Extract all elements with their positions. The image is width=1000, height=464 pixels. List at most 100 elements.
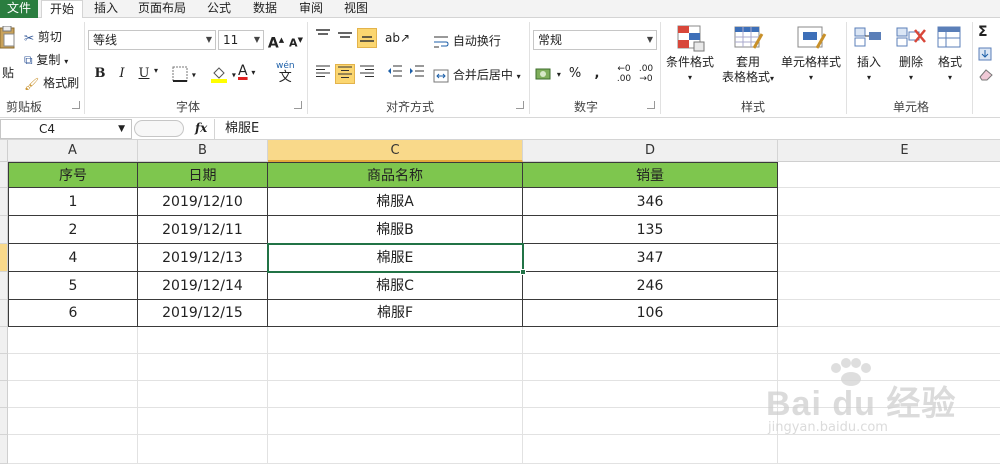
delete-cells-button[interactable]: 删除 ▾ — [891, 24, 931, 85]
cut-button[interactable]: ✂ 剪切 — [24, 28, 62, 45]
align-left-button[interactable] — [313, 64, 333, 84]
table-cell[interactable]: 4 — [8, 244, 138, 272]
percent-button[interactable]: % — [565, 64, 585, 84]
row-header[interactable] — [0, 435, 8, 464]
column-header-b[interactable]: B — [138, 140, 268, 162]
paste-label[interactable]: 贴 — [2, 64, 14, 81]
underline-button[interactable]: U — [134, 64, 154, 84]
border-button[interactable]: ▾ — [172, 66, 196, 82]
empty-cell[interactable] — [523, 354, 778, 381]
fill-color-button[interactable]: ▾ — [210, 65, 236, 83]
empty-cell[interactable] — [523, 381, 778, 408]
tab-review[interactable]: 审阅 — [291, 0, 331, 18]
table-cell[interactable]: 246 — [523, 272, 778, 300]
table-cell[interactable]: 6 — [8, 300, 138, 327]
tab-insert[interactable]: 插入 — [86, 0, 126, 18]
column-header-a[interactable]: A — [8, 140, 138, 162]
row-header[interactable] — [0, 354, 8, 381]
copy-button[interactable]: ⧉ 复制 ▾ — [24, 51, 68, 68]
empty-cell[interactable] — [138, 354, 268, 381]
table-header-cell[interactable]: 商品名称 — [268, 162, 523, 188]
row-header[interactable] — [0, 381, 8, 408]
fill-button[interactable] — [978, 46, 992, 61]
clipboard-launcher-icon[interactable] — [72, 101, 80, 109]
wrap-text-button[interactable]: 自动换行 — [433, 32, 501, 49]
format-painter-button[interactable]: 🖌 格式刷 — [24, 74, 79, 91]
table-cell[interactable]: 2019/12/14 — [138, 272, 268, 300]
empty-cell[interactable] — [268, 381, 523, 408]
table-cell[interactable]: 346 — [523, 188, 778, 216]
increase-decimal-button[interactable]: ←0.00 — [614, 64, 634, 84]
row-header[interactable] — [0, 272, 8, 300]
copy-dropdown-icon[interactable]: ▾ — [64, 57, 68, 66]
align-top-button[interactable] — [313, 28, 333, 48]
font-name-select[interactable]: 等线 ▼ — [88, 30, 216, 50]
font-launcher-icon[interactable] — [294, 101, 302, 109]
column-header-c[interactable]: C — [268, 140, 523, 162]
empty-cell[interactable] — [138, 435, 268, 464]
empty-cell[interactable] — [8, 354, 138, 381]
table-cell[interactable]: 347 — [523, 244, 778, 272]
empty-cell[interactable] — [8, 435, 138, 464]
empty-cell[interactable] — [138, 381, 268, 408]
paste-button[interactable] — [0, 26, 16, 56]
row-header[interactable] — [0, 327, 8, 354]
tab-page-layout[interactable]: 页面布局 — [131, 0, 193, 18]
empty-cell[interactable] — [778, 300, 1000, 327]
tab-formulas[interactable]: 公式 — [199, 0, 239, 18]
empty-cell[interactable] — [523, 435, 778, 464]
increase-indent-button[interactable] — [407, 64, 427, 84]
row-header[interactable] — [0, 300, 8, 327]
empty-cell[interactable] — [778, 188, 1000, 216]
phonetic-button[interactable]: wén 文 — [276, 62, 295, 85]
row-header-selected[interactable] — [0, 244, 8, 272]
empty-cell[interactable] — [778, 244, 1000, 272]
autosum-button[interactable]: Σ — [978, 24, 988, 40]
underline-dropdown-icon[interactable]: ▾ — [154, 66, 158, 75]
table-header-cell[interactable]: 日期 — [138, 162, 268, 188]
column-header-e[interactable]: E — [778, 140, 1000, 162]
grow-font-button[interactable]: A▲ — [266, 30, 286, 52]
format-cells-button[interactable]: 格式 ▾ — [932, 24, 968, 85]
italic-button[interactable]: I — [112, 64, 132, 84]
merge-center-button[interactable]: 合并后居中 ▾ — [433, 66, 521, 83]
tab-file[interactable]: 文件 — [0, 0, 38, 18]
number-launcher-icon[interactable] — [647, 101, 655, 109]
empty-cell[interactable] — [8, 381, 138, 408]
decrease-indent-button[interactable] — [385, 64, 405, 84]
comma-button[interactable]: , — [587, 64, 607, 84]
orientation-button[interactable]: ab↗ — [385, 28, 410, 48]
row-header[interactable] — [0, 408, 8, 435]
clear-button[interactable] — [978, 66, 994, 81]
insert-cells-button[interactable]: 插入 ▾ — [849, 24, 889, 85]
tab-view[interactable]: 视图 — [336, 0, 376, 18]
tab-home[interactable]: 开始 — [41, 0, 83, 19]
cell-styles-button[interactable]: 单元格样式 ▾ — [778, 24, 844, 85]
empty-cell[interactable] — [138, 408, 268, 435]
table-cell[interactable]: 2 — [8, 216, 138, 244]
table-cell[interactable]: 1 — [8, 188, 138, 216]
empty-cell[interactable] — [778, 216, 1000, 244]
empty-cell[interactable] — [8, 408, 138, 435]
table-header-cell[interactable]: 序号 — [8, 162, 138, 188]
row-header[interactable] — [0, 162, 8, 188]
empty-cell[interactable] — [778, 162, 1000, 188]
format-as-table-button[interactable]: 套用 表格格式▾ — [718, 24, 778, 86]
column-header-d[interactable]: D — [523, 140, 778, 162]
empty-cell[interactable] — [268, 354, 523, 381]
select-all-corner[interactable] — [0, 140, 8, 162]
align-bottom-button[interactable] — [357, 28, 377, 48]
tab-data[interactable]: 数据 — [245, 0, 285, 18]
font-size-select[interactable]: 11 ▼ — [218, 30, 264, 50]
empty-cell[interactable] — [268, 327, 523, 354]
table-cell[interactable]: 135 — [523, 216, 778, 244]
table-cell[interactable]: 棉服A — [268, 188, 523, 216]
empty-cell[interactable] — [268, 435, 523, 464]
name-box[interactable]: C4 ▼ — [0, 119, 132, 139]
decrease-decimal-button[interactable]: .00 →0 — [636, 64, 656, 84]
formula-input[interactable]: 棉服E — [214, 119, 1000, 139]
table-header-cell[interactable]: 销量 — [523, 162, 778, 188]
number-format-select[interactable]: 常规 ▼ — [533, 30, 657, 50]
row-header[interactable] — [0, 188, 8, 216]
empty-cell[interactable] — [523, 327, 778, 354]
